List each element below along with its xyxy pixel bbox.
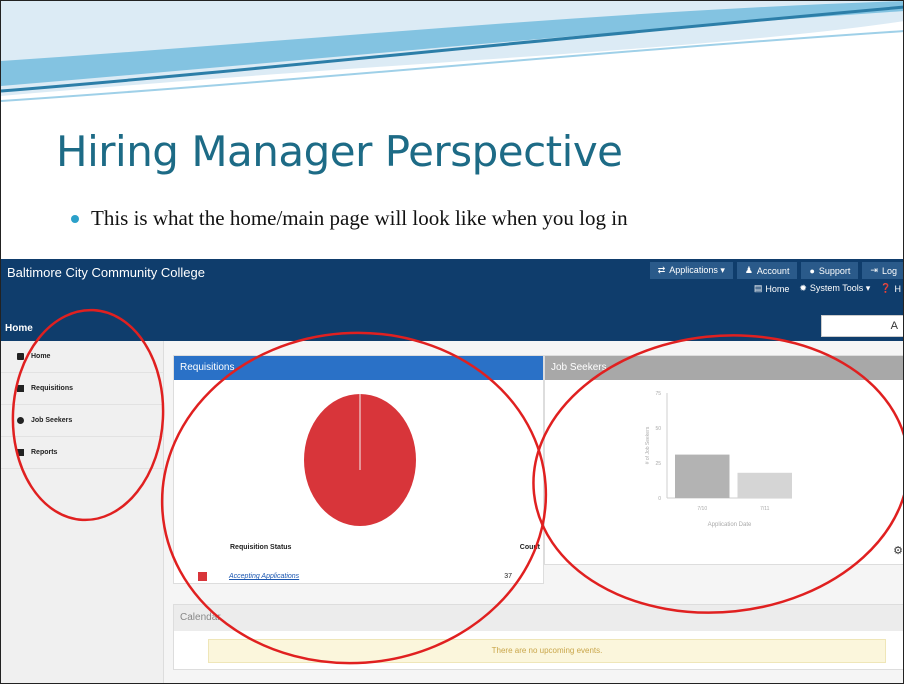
sidebar-item-label: Reports bbox=[31, 449, 58, 456]
calendar-empty-message: There are no upcoming events. bbox=[208, 639, 886, 663]
home-link-label: Home bbox=[765, 283, 790, 294]
book-icon bbox=[17, 385, 24, 392]
info-icon: ● bbox=[809, 265, 815, 276]
home-icon bbox=[17, 353, 24, 360]
help-label: H bbox=[894, 283, 902, 294]
page-title: Home bbox=[5, 323, 33, 334]
y-tick-label: 25 bbox=[655, 461, 661, 467]
sidebar-item-requisitions[interactable]: Requisitions bbox=[1, 373, 163, 405]
calendar-panel: Calendar There are no upcoming events. bbox=[173, 604, 903, 670]
sidebar-item-reports[interactable]: Reports bbox=[1, 437, 163, 469]
support-label: Support bbox=[818, 265, 851, 276]
system-tools-label: System Tools ▾ bbox=[809, 283, 871, 293]
bar bbox=[675, 454, 730, 498]
x-axis-label: Application Date bbox=[708, 522, 752, 528]
org-name[interactable]: Baltimore City Community College bbox=[7, 265, 205, 280]
bullet-dot bbox=[71, 214, 79, 223]
help-icon: ❓ bbox=[880, 283, 892, 293]
bar bbox=[737, 472, 792, 498]
sidebar-item-home[interactable]: Home bbox=[1, 341, 163, 373]
column-header-status: Requisition Status bbox=[230, 544, 292, 551]
home-icon: ▤ bbox=[753, 283, 763, 293]
logout-label: Log bbox=[881, 265, 897, 276]
users-icon bbox=[17, 417, 24, 424]
requisition-status-link[interactable]: Accepting Applications bbox=[229, 573, 504, 580]
sidebar-item-label: Home bbox=[31, 353, 51, 360]
x-tick-label: 7/10 bbox=[697, 506, 707, 512]
swap-icon: ⇄ bbox=[657, 265, 666, 275]
y-axis-label: # of Job Seekers bbox=[645, 426, 651, 464]
sub-nav: ▤ Home ✹ System Tools ▾ ❓ H bbox=[754, 283, 903, 294]
requisitions-pie-chart bbox=[304, 394, 416, 526]
bullet-text: This is what the home/main page will loo… bbox=[91, 206, 628, 230]
y-tick-label: 0 bbox=[658, 496, 661, 502]
bullet-item: This is what the home/main page will loo… bbox=[71, 206, 628, 231]
help-link[interactable]: ❓ H bbox=[880, 283, 901, 294]
column-header-count: Count bbox=[519, 544, 540, 551]
legend-swatch bbox=[198, 572, 207, 581]
folder-icon bbox=[17, 449, 24, 456]
table-row: Accepting Applications 37 bbox=[198, 572, 540, 581]
y-tick-label: 75 bbox=[655, 391, 661, 397]
logout-button[interactable]: ⇥ Log bbox=[862, 262, 903, 279]
y-tick-label: 50 bbox=[655, 426, 661, 432]
calendar-panel-title: Calendar bbox=[174, 605, 903, 631]
gear-icon: ✹ bbox=[799, 283, 807, 293]
requisition-count: 37 bbox=[504, 573, 512, 580]
user-icon: ♟ bbox=[744, 265, 753, 275]
app-screenshot: Baltimore City Community College ⇄ Applic… bbox=[1, 259, 903, 683]
applications-label: Applications ▾ bbox=[669, 265, 725, 275]
sidebar: Home Requisitions Job Seekers Reports bbox=[1, 341, 164, 683]
account-button[interactable]: ♟ Account bbox=[736, 262, 798, 279]
x-tick-label: 7/11 bbox=[760, 506, 770, 512]
sidebar-item-label: Job Seekers bbox=[31, 417, 73, 424]
requisitions-panel: Requisitions Requisition Status Count Ac… bbox=[173, 355, 544, 584]
chart-settings-icon[interactable]: ⚙ bbox=[893, 544, 903, 557]
search-input[interactable]: A bbox=[821, 315, 903, 337]
top-navbar: Baltimore City Community College ⇄ Applic… bbox=[1, 259, 903, 341]
job-seekers-panel: Job Seekers 0 25 50 75 7/10 7/11 Application D… bbox=[544, 355, 903, 565]
slide-title: Hiring Manager Perspective bbox=[56, 127, 623, 176]
job-seekers-panel-title: Job Seekers bbox=[545, 356, 903, 380]
sidebar-item-job-seekers[interactable]: Job Seekers bbox=[1, 405, 163, 437]
top-nav: ⇄ Applications ▾ ♟ Account ● Support ⇥ Log bbox=[649, 262, 903, 279]
decorative-swoosh bbox=[1, 1, 903, 102]
job-seekers-bar-chart: 0 25 50 75 7/10 7/11 Application Date # of Job … bbox=[645, 391, 792, 528]
presentation-slide: Hiring Manager Perspective This is what … bbox=[0, 0, 904, 684]
applications-menu-button[interactable]: ⇄ Applications ▾ bbox=[649, 262, 733, 279]
sidebar-item-label: Requisitions bbox=[31, 385, 74, 392]
home-link[interactable]: ▤ Home bbox=[754, 283, 790, 294]
logout-icon: ⇥ bbox=[870, 265, 878, 275]
account-label: Account bbox=[756, 265, 790, 276]
support-button[interactable]: ● Support bbox=[801, 262, 859, 279]
requisitions-table-header: Requisition Status Count bbox=[230, 544, 540, 551]
system-tools-menu[interactable]: ✹ System Tools ▾ bbox=[799, 283, 870, 294]
requisitions-panel-title: Requisitions bbox=[174, 356, 543, 380]
